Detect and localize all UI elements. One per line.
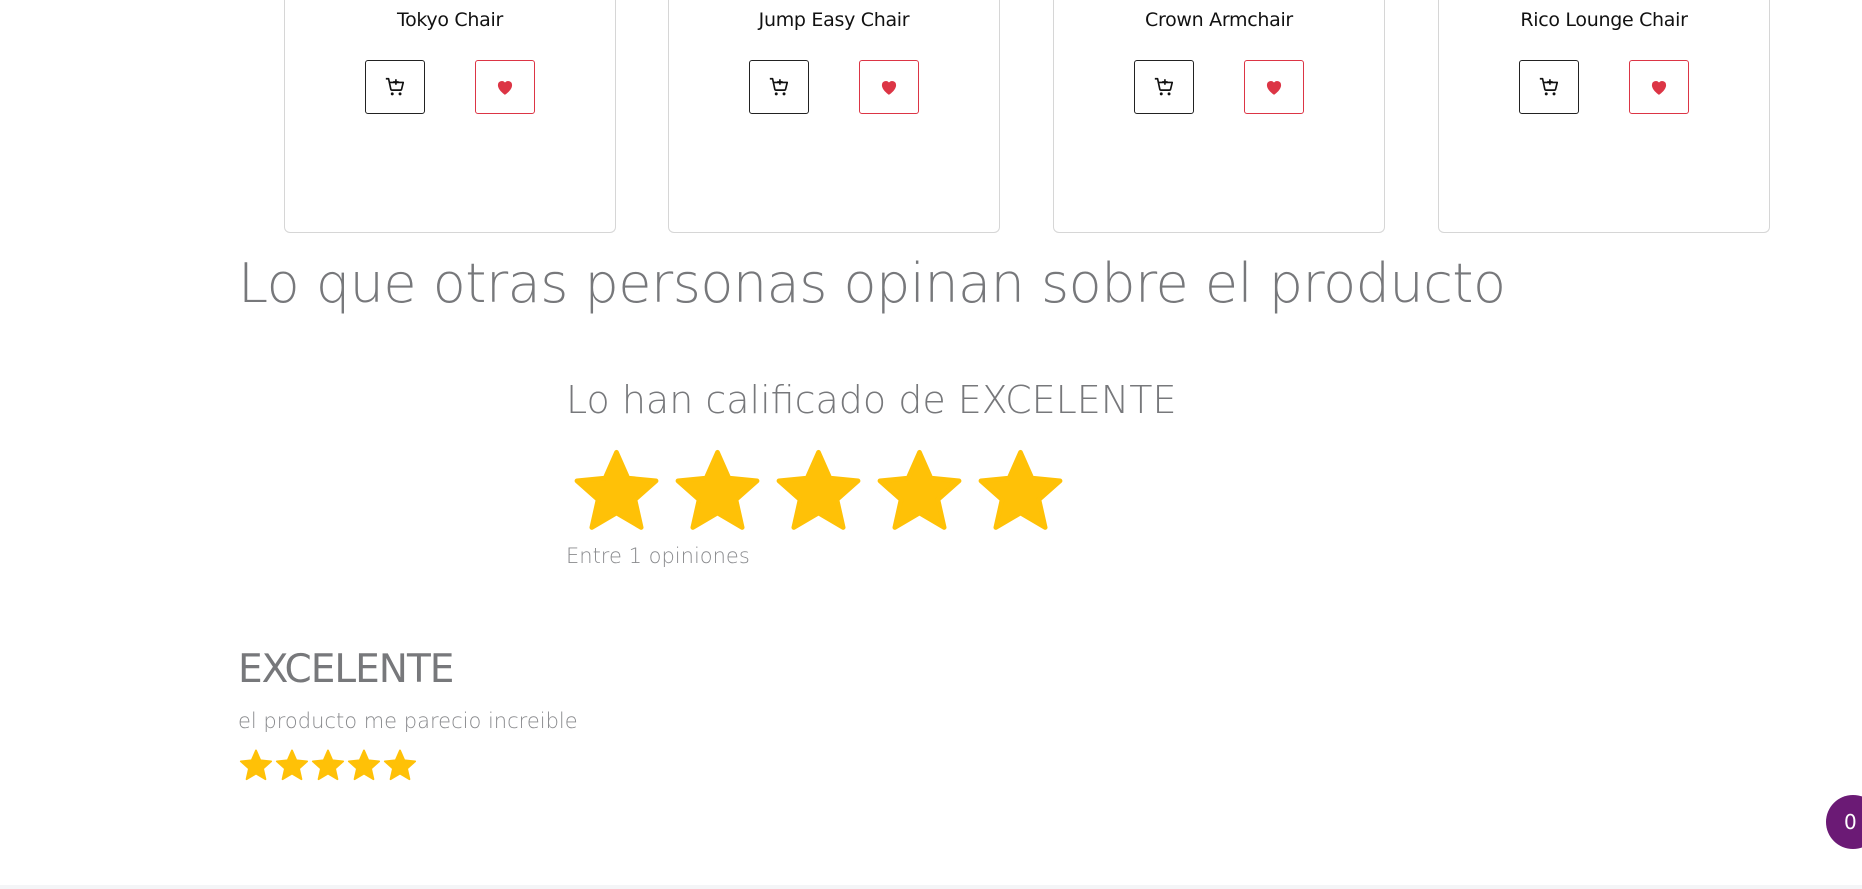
- add-to-favorites-button[interactable]: [1244, 60, 1304, 114]
- review-text: el producto me parecio increible: [238, 709, 578, 733]
- product-card[interactable]: Jump Easy Chair: [668, 0, 1000, 233]
- related-products: Tokyo Chair Jump Easy Chair Crown Armcha…: [284, 0, 1774, 235]
- add-to-favorites-button[interactable]: [1629, 60, 1689, 114]
- star-icon: [275, 749, 309, 781]
- add-to-cart-button[interactable]: [365, 60, 425, 114]
- product-card[interactable]: Rico Lounge Chair: [1438, 0, 1770, 233]
- opinions-count: Entre 1 opiniones: [566, 544, 750, 568]
- reviews-section-title: Lo que otras personas opinan sobre el pr…: [238, 252, 1506, 315]
- star-icon: [877, 449, 962, 530]
- heart-icon: [1266, 81, 1282, 95]
- cart-plus-icon: [1539, 77, 1559, 96]
- product-name[interactable]: Jump Easy Chair: [669, 9, 999, 31]
- star-icon: [574, 449, 659, 530]
- cart-plus-icon: [1154, 77, 1174, 96]
- add-to-favorites-button[interactable]: [859, 60, 919, 114]
- cart-count: 0: [1844, 810, 1857, 834]
- add-to-cart-button[interactable]: [749, 60, 809, 114]
- cart-count-badge[interactable]: 0: [1826, 795, 1862, 849]
- rating-summary-stars: [566, 446, 1071, 540]
- product-card[interactable]: Crown Armchair: [1053, 0, 1385, 233]
- star-icon: [776, 449, 861, 530]
- cart-plus-icon: [385, 77, 405, 96]
- star-icon: [383, 749, 417, 781]
- add-to-cart-button[interactable]: [1519, 60, 1579, 114]
- star-icon: [675, 449, 760, 530]
- product-name[interactable]: Crown Armchair: [1054, 9, 1384, 31]
- review-rating-stars: [238, 748, 418, 784]
- star-icon: [239, 749, 273, 781]
- add-to-favorites-button[interactable]: [475, 60, 535, 114]
- heart-icon: [497, 81, 513, 95]
- page: Tokyo Chair Jump Easy Chair Crown Armcha…: [0, 0, 1862, 889]
- footer-divider: [0, 885, 1862, 889]
- cart-plus-icon: [769, 77, 789, 96]
- product-card[interactable]: Tokyo Chair: [284, 0, 616, 233]
- rating-summary-heading: Lo han calificado de EXCELENTE: [566, 378, 1177, 422]
- star-icon: [347, 749, 381, 781]
- add-to-cart-button[interactable]: [1134, 60, 1194, 114]
- product-name[interactable]: Tokyo Chair: [285, 9, 615, 31]
- heart-icon: [1651, 81, 1667, 95]
- review-title: EXCELENTE: [238, 647, 454, 692]
- star-icon: [311, 749, 345, 781]
- star-icon: [978, 449, 1063, 530]
- product-name[interactable]: Rico Lounge Chair: [1439, 9, 1769, 31]
- heart-icon: [881, 81, 897, 95]
